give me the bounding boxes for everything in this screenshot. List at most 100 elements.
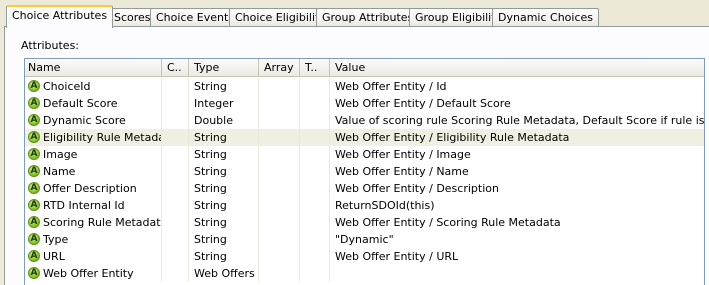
attribute-type: String [189, 231, 259, 248]
attribute-icon: A [28, 114, 40, 126]
column-header-type[interactable]: Type [189, 59, 259, 77]
column-header-array[interactable]: Array [259, 59, 300, 77]
attribute-name: Scoring Rule Metadata [43, 216, 162, 229]
attribute-icon: A [28, 80, 40, 92]
attribute-value: Web Offer Entity / Name [335, 165, 469, 178]
attribute-icon: A [28, 182, 40, 194]
attribute-type: String [189, 197, 259, 214]
tab-choice-attributes[interactable]: Choice Attributes [6, 5, 114, 28]
attribute-icon: A [28, 148, 40, 160]
tab-label: Choice Eligibility [235, 11, 326, 24]
cell-t [300, 129, 330, 146]
attribute-type: String [189, 78, 259, 95]
cell-t [300, 112, 330, 129]
attribute-icon: A [28, 233, 40, 245]
attributes-label: Attributes: [21, 39, 80, 52]
cell-c [162, 163, 189, 180]
attribute-icon: A [28, 267, 40, 279]
tab-label: Choice Attributes [12, 9, 108, 22]
cell-array [259, 112, 300, 129]
table-row[interactable]: A ChoiceId String Web Offer Entity / Id [25, 78, 704, 95]
attribute-name: Default Score [43, 97, 118, 110]
table-row[interactable]: A RTD Internal Id String ReturnSDOId(this… [25, 197, 704, 214]
cell-c [162, 248, 189, 265]
tab-label: Dynamic Choices [498, 11, 593, 24]
attribute-icon: A [28, 97, 40, 109]
cell-c [162, 197, 189, 214]
table-row-selected[interactable]: AEligibility Rule Metadata String Web Of… [25, 129, 704, 146]
cell-c [162, 146, 189, 163]
cell-array [259, 146, 300, 163]
cell-c [162, 78, 189, 95]
table-row[interactable]: A Offer Description String Web Offer Enti… [25, 180, 704, 197]
choice-attributes-panel: Attributes: Name C.. Type Array T.. Valu… [4, 26, 709, 285]
table-row[interactable]: A Dynamic Score Double Value of scoring r… [25, 112, 704, 129]
cell-array [259, 214, 300, 231]
cell-t [300, 265, 330, 282]
cell-array [259, 265, 300, 282]
attribute-type: String [189, 214, 259, 231]
attribute-value: Web Offer Entity / Id [335, 80, 447, 93]
table-header: Name C.. Type Array T.. Value [25, 59, 704, 77]
attribute-icon: A [28, 216, 40, 228]
tab-label: Group Attributes [322, 11, 414, 24]
column-header-value[interactable]: Value [330, 59, 704, 77]
cell-t [300, 214, 330, 231]
column-header-t[interactable]: T.. [300, 59, 330, 77]
cell-c [162, 95, 189, 112]
tab-label: Choice Events [156, 11, 234, 24]
attribute-value: Web Offer Entity / Description [335, 182, 499, 195]
cell-c [162, 214, 189, 231]
attribute-name: Eligibility Rule Metadata [43, 131, 161, 144]
attribute-value: Web Offer Entity / Scoring Rule Metadata [335, 216, 561, 229]
attribute-value: Web Offer Entity / Default Score [335, 97, 511, 110]
attribute-type: Double [189, 112, 259, 129]
attribute-type: String [189, 129, 259, 146]
attributes-table[interactable]: Name C.. Type Array T.. Value A ChoiceId … [24, 58, 705, 285]
cell-c [162, 265, 189, 282]
cell-t [300, 78, 330, 95]
attribute-type: String [189, 248, 259, 265]
cell-t [300, 95, 330, 112]
attribute-type: Integer [189, 95, 259, 112]
attribute-type: String [189, 180, 259, 197]
attribute-value: "Dynamic" [335, 233, 394, 246]
column-header-c[interactable]: C.. [162, 59, 189, 77]
cell-array [259, 180, 300, 197]
attribute-icon: A [28, 199, 40, 211]
cell-array [259, 129, 300, 146]
table-row[interactable]: A Type String "Dynamic" [25, 231, 704, 248]
table-row[interactable]: A URL String Web Offer Entity / URL [25, 248, 704, 265]
attribute-type: Web Offers [189, 265, 259, 282]
tab-choice-events[interactable]: Choice Events [150, 8, 240, 27]
table-row[interactable]: A Web Offer Entity Web Offers [25, 265, 704, 282]
cell-array [259, 78, 300, 95]
tab-group-attributes[interactable]: Group Attributes [316, 8, 420, 27]
table-row[interactable]: A Scoring Rule Metadata String Web Offer … [25, 214, 704, 231]
cell-t [300, 248, 330, 265]
tab-bar: Choice Attributes Scores Choice Events C… [4, 5, 709, 28]
attribute-name: URL [43, 250, 65, 263]
table-row[interactable]: A Default Score Integer Web Offer Entity … [25, 95, 704, 112]
attribute-value: ReturnSDOId(this) [335, 199, 435, 212]
cell-t [300, 146, 330, 163]
table-row[interactable]: A Name String Web Offer Entity / Name [25, 163, 704, 180]
cell-t [300, 231, 330, 248]
tab-dynamic-choices[interactable]: Dynamic Choices [492, 8, 599, 27]
cell-array [259, 248, 300, 265]
cell-c [162, 231, 189, 248]
attribute-value [330, 265, 704, 282]
attribute-type: String [189, 163, 259, 180]
attribute-value: Web Offer Entity / URL [335, 250, 459, 263]
cell-t [300, 163, 330, 180]
attribute-value: Web Offer Entity / Image [335, 148, 471, 161]
attribute-name: ChoiceId [43, 80, 91, 93]
cell-array [259, 197, 300, 214]
attribute-value: Web Offer Entity / Eligibility Rule Meta… [335, 131, 570, 144]
attribute-name: Offer Description [43, 182, 137, 195]
tab-label: Group Eligibility [415, 11, 503, 24]
cell-array [259, 231, 300, 248]
cell-array [259, 95, 300, 112]
table-row[interactable]: A Image String Web Offer Entity / Image [25, 146, 704, 163]
column-header-name[interactable]: Name [25, 59, 162, 77]
